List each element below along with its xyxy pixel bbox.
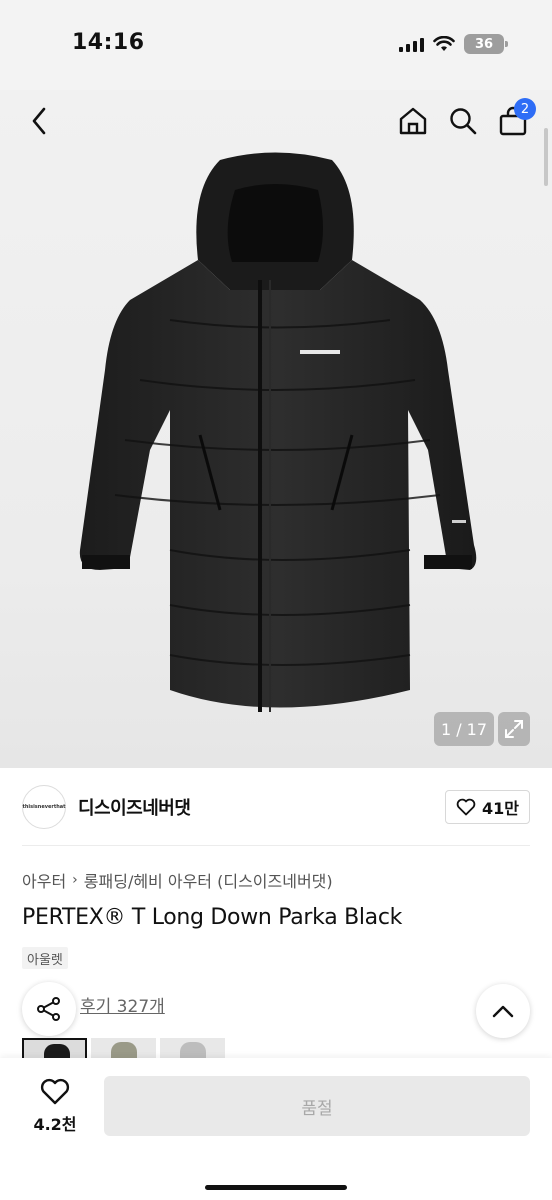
product-title: PERTEX® T Long Down Parka Black	[22, 905, 403, 930]
home-icon	[399, 107, 427, 135]
header-actions: 2	[396, 98, 536, 140]
home-button[interactable]	[396, 102, 430, 140]
search-button[interactable]	[446, 102, 480, 140]
heart-icon	[456, 798, 476, 816]
chevron-right-icon: ›	[72, 872, 78, 888]
cart-button[interactable]: 2	[496, 98, 536, 140]
scroll-top-button[interactable]	[476, 984, 530, 1038]
wishlist-button[interactable]: 4.2천	[22, 1078, 88, 1135]
review-link[interactable]: 후기 327개	[80, 992, 165, 1017]
battery-icon: 36	[464, 34, 508, 54]
status-icons: 36	[399, 34, 508, 54]
share-button[interactable]	[22, 982, 76, 1036]
brand-like-count: 41만	[482, 799, 519, 818]
back-button[interactable]	[22, 104, 56, 138]
image-counter: 1 / 17	[434, 712, 494, 746]
search-icon	[450, 108, 477, 135]
color-thumbnail[interactable]	[160, 1038, 225, 1060]
status-time: 14:16	[72, 30, 145, 55]
breadcrumb-category[interactable]: 아우터	[22, 868, 66, 892]
brand-row: thisisneverthat 디스이즈네버댓 41만	[22, 784, 530, 830]
wifi-icon	[433, 36, 455, 51]
home-indicator	[205, 1185, 347, 1190]
product-image	[79, 152, 477, 712]
brand-like-button[interactable]: 41만	[445, 790, 530, 824]
expand-icon	[505, 720, 523, 738]
sold-out-button[interactable]: 품절	[104, 1076, 530, 1136]
brand-name[interactable]: 디스이즈네버댓	[78, 794, 191, 820]
breadcrumb: 아우터 › 롱패딩/헤비 아우터 (디스이즈네버댓)	[22, 868, 333, 892]
bottom-action-bar: 4.2천 품절	[0, 1058, 552, 1200]
share-icon	[37, 997, 60, 1021]
color-thumbnails	[22, 1038, 225, 1060]
breadcrumb-subcategory[interactable]: 롱패딩/헤비 아우터 (디스이즈네버댓)	[84, 868, 333, 892]
divider	[22, 845, 530, 846]
chevron-up-icon	[492, 1005, 514, 1018]
heart-icon	[40, 1078, 70, 1105]
wishlist-count: 4.2천	[33, 1115, 77, 1134]
expand-image-button[interactable]	[498, 712, 530, 746]
cart-count-badge: 2	[514, 98, 536, 120]
color-thumbnail[interactable]	[22, 1038, 87, 1060]
signal-icon	[399, 36, 424, 52]
status-bar: 14:16 36	[0, 0, 552, 90]
outlet-tag: 아울렛	[22, 947, 68, 969]
scroll-indicator	[544, 128, 548, 186]
color-thumbnail[interactable]	[91, 1038, 156, 1060]
back-icon	[32, 107, 46, 135]
brand-logo[interactable]: thisisneverthat	[22, 785, 66, 829]
